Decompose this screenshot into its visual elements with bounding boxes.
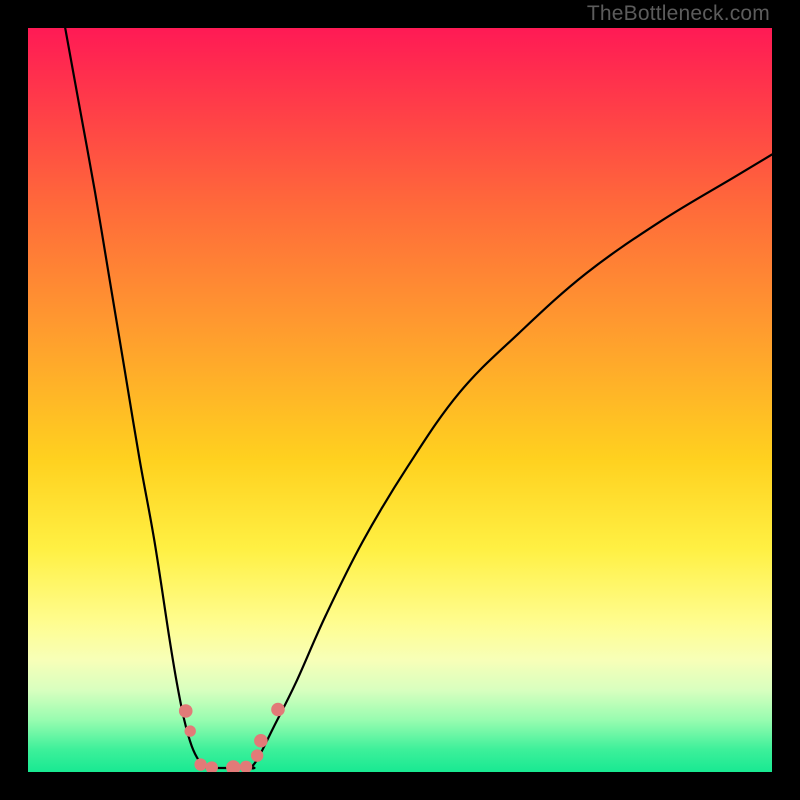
data-marker — [254, 734, 268, 748]
data-marker — [194, 758, 206, 770]
watermark-text: TheBottleneck.com — [587, 2, 770, 26]
data-marker — [271, 703, 285, 717]
data-marker — [226, 760, 241, 772]
data-marker — [240, 761, 252, 772]
plot-area — [28, 28, 772, 772]
chart-svg — [28, 28, 772, 772]
bottleneck-curve — [65, 28, 772, 768]
chart-frame: TheBottleneck.com — [0, 0, 800, 800]
data-marker — [206, 761, 218, 772]
data-marker — [251, 749, 263, 761]
data-marker — [184, 725, 195, 736]
data-marker — [179, 704, 193, 718]
